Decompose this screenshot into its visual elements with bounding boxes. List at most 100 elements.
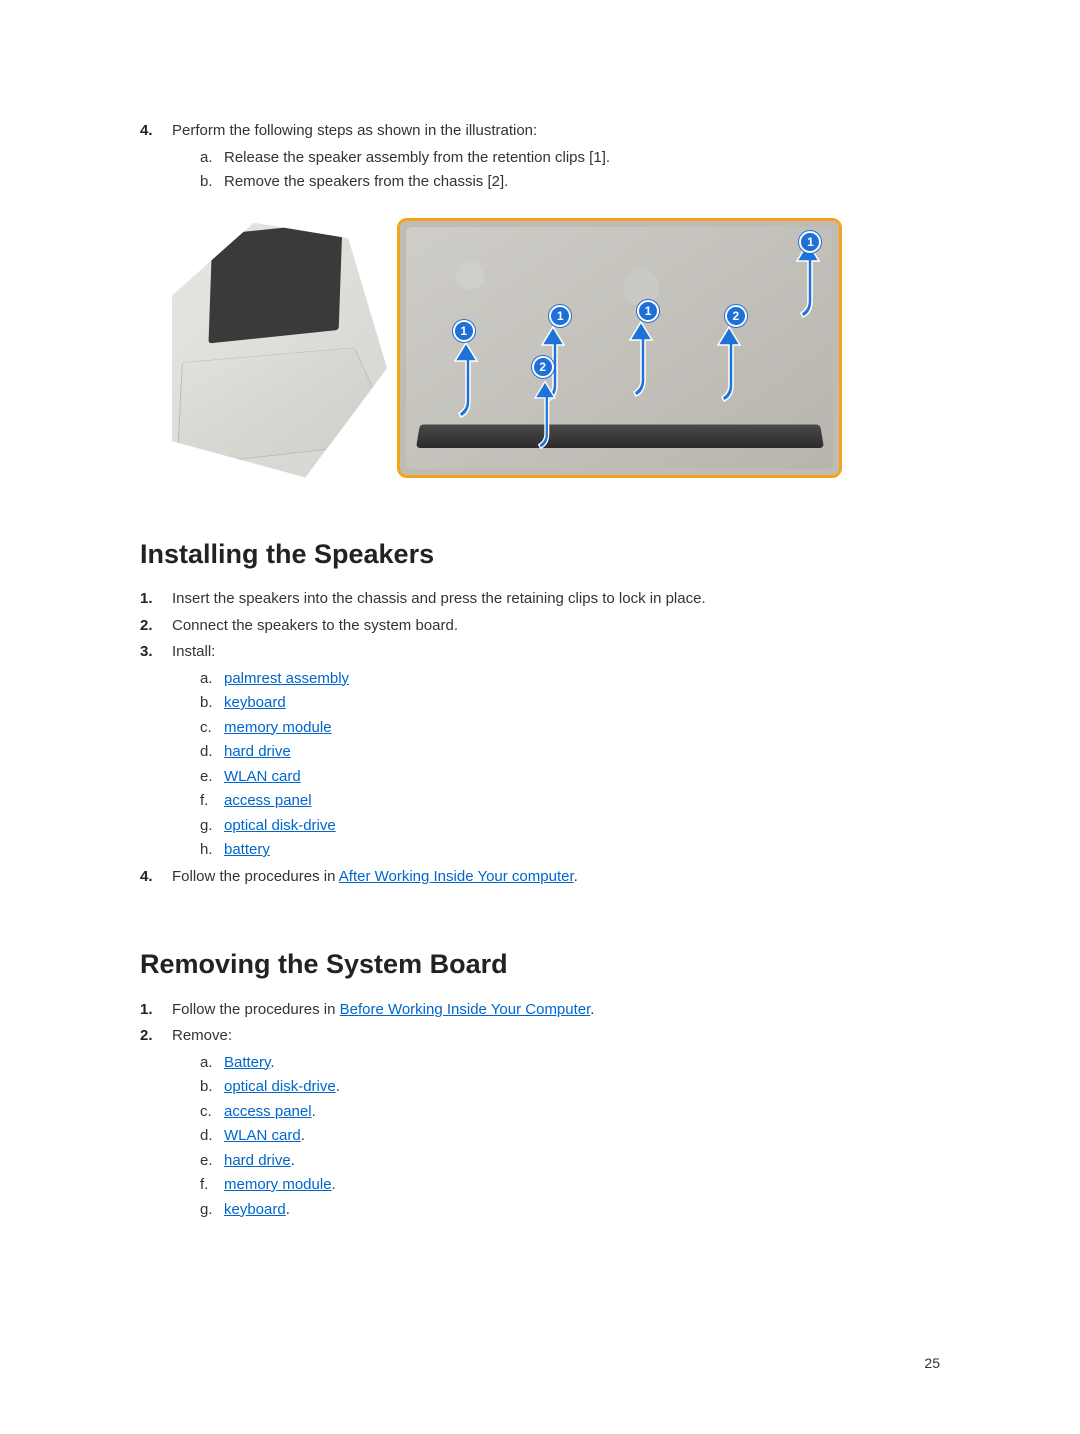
sub-letter: e. xyxy=(200,766,213,789)
sub-letter: e. xyxy=(200,1150,213,1173)
list-item: b. keyboard xyxy=(200,692,940,715)
step-4-sublist: a. Release the speaker assembly from the… xyxy=(172,147,940,194)
list-item: a. Battery. xyxy=(200,1052,940,1075)
sub-text: Remove the speakers from the chassis [2]… xyxy=(224,173,508,190)
sub-letter: h. xyxy=(200,839,213,862)
step-text: Install: xyxy=(172,643,215,660)
remove-steps-list: 1. Follow the procedures in Before Worki… xyxy=(140,999,940,1222)
callout-marker-2: 2 xyxy=(532,356,554,378)
speaker-bar-graphic xyxy=(416,425,824,448)
list-item: g. keyboard. xyxy=(200,1199,940,1222)
sub-letter: a. xyxy=(200,147,213,170)
step-4b: b. Remove the speakers from the chassis … xyxy=(200,171,940,194)
before-working-inside-link[interactable]: Before Working Inside Your Computer xyxy=(340,1001,591,1018)
closeup-panel: 1 1 1 2 1 2 xyxy=(397,218,842,478)
sub-letter: a. xyxy=(200,1052,213,1075)
list-item: g. optical disk-drive xyxy=(200,815,940,838)
access-panel-link[interactable]: access panel xyxy=(224,792,312,809)
memory-module-link[interactable]: memory module xyxy=(224,719,332,736)
step-text: Perform the following steps as shown in … xyxy=(172,122,537,139)
remove-step-1: 1. Follow the procedures in Before Worki… xyxy=(140,999,940,1022)
speaker-removal-illustration: 1 1 1 2 1 2 xyxy=(172,218,842,478)
list-item: f. access panel xyxy=(200,790,940,813)
period: . xyxy=(291,1152,295,1169)
install-steps-list: 1. Insert the speakers into the chassis … xyxy=(140,588,940,888)
install-sublist: a. palmrest assembly b. keyboard c. memory … xyxy=(172,668,940,862)
hard-drive-link[interactable]: hard drive xyxy=(224,743,291,760)
removing-system-board-heading: Removing the System Board xyxy=(140,944,940,985)
wlan-card-link[interactable]: WLAN card xyxy=(224,768,301,785)
sub-letter: b. xyxy=(200,1076,213,1099)
hard-drive-link[interactable]: hard drive xyxy=(224,1152,291,1169)
sub-letter: a. xyxy=(200,668,213,691)
step-number: 2. xyxy=(140,615,153,638)
callout-marker-2: 2 xyxy=(725,305,747,327)
list-item: e. hard drive. xyxy=(200,1150,940,1173)
callout-marker-1: 1 xyxy=(453,320,475,342)
step-text: Insert the speakers into the chassis and… xyxy=(172,590,706,607)
step-text-post: . xyxy=(574,868,578,885)
list-item: a. palmrest assembly xyxy=(200,668,940,691)
optical-disk-drive-link[interactable]: optical disk-drive xyxy=(224,1078,336,1095)
sub-letter: g. xyxy=(200,1199,213,1222)
keyboard-link[interactable]: keyboard xyxy=(224,694,286,711)
list-item: c. memory module xyxy=(200,717,940,740)
install-step-1: 1. Insert the speakers into the chassis … xyxy=(140,588,940,611)
step-number: 4. xyxy=(140,120,153,143)
remove-sublist: a. Battery. b. optical disk-drive. c. acces… xyxy=(172,1052,940,1222)
list-item: e. WLAN card xyxy=(200,766,940,789)
remove-step-2: 2. Remove: a. Battery. b. optical disk-dri… xyxy=(140,1025,940,1221)
access-panel-link[interactable]: access panel xyxy=(224,1103,312,1120)
step-text: Remove: xyxy=(172,1027,232,1044)
period: . xyxy=(286,1201,290,1218)
sub-letter: b. xyxy=(200,692,213,715)
step-text: Connect the speakers to the system board… xyxy=(172,617,458,634)
sub-letter: c. xyxy=(200,717,212,740)
list-item: h. battery xyxy=(200,839,940,862)
step-number: 4. xyxy=(140,866,153,889)
sub-letter: f. xyxy=(200,790,208,813)
step-number: 1. xyxy=(140,588,153,611)
period: . xyxy=(301,1127,305,1144)
step-number: 2. xyxy=(140,1025,153,1048)
sub-text: Release the speaker assembly from the re… xyxy=(224,149,610,166)
step-text-post: . xyxy=(590,1001,594,1018)
period: . xyxy=(312,1103,316,1120)
installing-speakers-heading: Installing the Speakers xyxy=(140,534,940,575)
page-number: 25 xyxy=(924,1353,940,1374)
callout-marker-1: 1 xyxy=(637,300,659,322)
list-item: b. optical disk-drive. xyxy=(200,1076,940,1099)
top-step-list: 4. Perform the following steps as shown … xyxy=(140,120,940,194)
sub-letter: g. xyxy=(200,815,213,838)
battery-link[interactable]: battery xyxy=(224,841,270,858)
step-4a: a. Release the speaker assembly from the… xyxy=(200,147,940,170)
install-step-2: 2. Connect the speakers to the system bo… xyxy=(140,615,940,638)
period: . xyxy=(336,1078,340,1095)
step-text-pre: Follow the procedures in xyxy=(172,868,339,885)
palmrest-assembly-link[interactable]: palmrest assembly xyxy=(224,670,349,687)
laptop-overview-panel xyxy=(172,218,387,478)
optical-disk-drive-link[interactable]: optical disk-drive xyxy=(224,817,336,834)
period: . xyxy=(332,1176,336,1193)
list-item: d. hard drive xyxy=(200,741,940,764)
sub-letter: c. xyxy=(200,1101,212,1124)
wlan-card-link[interactable]: WLAN card xyxy=(224,1127,301,1144)
step-number: 1. xyxy=(140,999,153,1022)
sub-letter: b. xyxy=(200,171,213,194)
sub-letter: d. xyxy=(200,1125,213,1148)
list-item: f. memory module. xyxy=(200,1174,940,1197)
list-item: c. access panel. xyxy=(200,1101,940,1124)
callout-marker-1: 1 xyxy=(799,231,821,253)
memory-module-link[interactable]: memory module xyxy=(224,1176,332,1193)
sub-letter: f. xyxy=(200,1174,208,1197)
sub-letter: d. xyxy=(200,741,213,764)
list-item: d. WLAN card. xyxy=(200,1125,940,1148)
keyboard-link[interactable]: keyboard xyxy=(224,1201,286,1218)
step-4: 4. Perform the following steps as shown … xyxy=(140,120,940,194)
period: . xyxy=(270,1054,274,1071)
battery-link[interactable]: Battery xyxy=(224,1054,270,1071)
step-number: 3. xyxy=(140,641,153,664)
install-step-4: 4. Follow the procedures in After Workin… xyxy=(140,866,940,889)
step-text-pre: Follow the procedures in xyxy=(172,1001,340,1018)
after-working-inside-link[interactable]: After Working Inside Your computer xyxy=(339,868,574,885)
